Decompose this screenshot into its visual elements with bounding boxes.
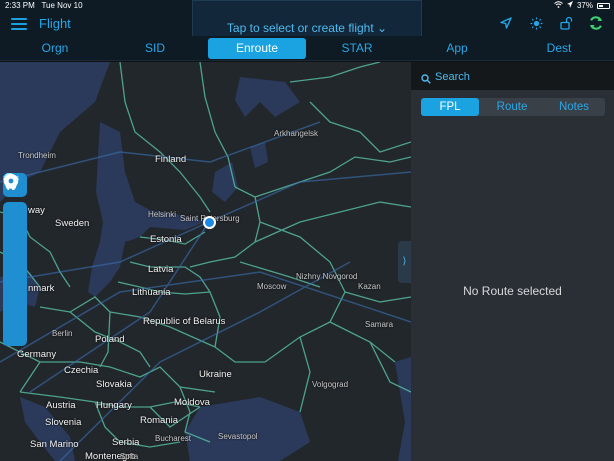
restricted-button[interactable]: R <box>3 173 27 298</box>
navigate-icon[interactable] <box>498 14 514 32</box>
tab-sid[interactable]: SID <box>130 38 180 59</box>
segment-notes[interactable]: Notes <box>545 98 603 116</box>
map-label-serbia: Serbia <box>112 437 140 448</box>
draw-button[interactable] <box>3 175 27 322</box>
map-label-samara: Samara <box>365 320 394 329</box>
location-status-icon <box>566 1 573 10</box>
current-position-marker <box>203 216 216 229</box>
flight-selector-label: Tap to select or create flight ⌄ <box>226 21 388 35</box>
tab-enroute[interactable]: Enroute <box>208 38 306 59</box>
segment-route[interactable]: Route <box>483 98 541 116</box>
map-label-lithuania: Lithuania <box>132 287 171 298</box>
settings-button[interactable] <box>3 174 27 346</box>
tab-orgn[interactable]: Orgn <box>30 38 80 59</box>
map-label-denmark: nmark <box>28 283 55 294</box>
tab-dest[interactable]: Dest <box>533 38 585 59</box>
map-label-volgograd: Volgograd <box>312 380 349 389</box>
map-label-helsinki: Helsinki <box>148 210 177 219</box>
map-label-moscow: Moscow <box>257 282 287 291</box>
map-label-romania: Romania <box>140 415 179 426</box>
brightness-icon[interactable] <box>528 14 544 32</box>
battery-percent: 37% <box>576 1 593 10</box>
search-icon <box>421 71 431 89</box>
map-label-sofia: Sofia <box>120 452 139 461</box>
map-label-trondheim: Trondheim <box>18 151 56 160</box>
map-label-latvia: Latvia <box>148 264 174 275</box>
map-label-estonia: Estonia <box>150 234 182 245</box>
map-label-bucharest: Bucharest <box>155 434 192 443</box>
map-label-finland: Finland <box>155 154 187 165</box>
app-title: Flight <box>39 16 71 31</box>
chevron-right-icon: ⟩ <box>402 256 407 267</box>
status-left: 2:33 PM Tue Nov 10 <box>5 1 83 10</box>
hexagon-settings-icon <box>5 174 17 188</box>
wifi-icon <box>554 1 563 10</box>
status-date: Tue Nov 10 <box>41 1 83 10</box>
map-label-slovenia: Slovenia <box>45 417 82 428</box>
battery-icon <box>597 2 610 9</box>
map-label-sevastopol: Sevastopol <box>218 432 258 441</box>
map-label-arkhangelsk: Arkhangelsk <box>274 129 319 138</box>
airport-button[interactable]: A <box>3 173 27 274</box>
route-panel: Search FPL Route Notes No Route selected <box>411 62 614 461</box>
status-right: 37% <box>554 1 610 10</box>
map-label-slovakia: Slovakia <box>96 379 132 390</box>
top-icons <box>498 14 604 32</box>
panel-toggle-handle[interactable]: ⟩ <box>398 241 411 283</box>
map-label-sweden: Sweden <box>55 218 90 229</box>
map-label-belarus: Republic of Belarus <box>143 316 226 327</box>
map-label-czechia: Czechia <box>64 365 99 376</box>
unlock-icon[interactable] <box>558 14 574 32</box>
map-label-ukraine: Ukraine <box>199 369 232 380</box>
pin-button[interactable] <box>3 173 27 226</box>
map-tool-strip: N A R <box>3 173 27 346</box>
map-label-poland: Poland <box>95 334 125 345</box>
map-label-moldova: Moldova <box>174 397 210 408</box>
map-label-berlin: Berlin <box>52 329 73 338</box>
map-label-austria: Austria <box>46 400 76 411</box>
tab-app[interactable]: App <box>432 38 482 59</box>
route-button[interactable] <box>3 175 27 250</box>
tab-star[interactable]: STAR <box>330 38 384 59</box>
map-view[interactable]: Trondheim Finland Arkhangelsk way Sweden… <box>0 62 411 461</box>
panel-segment-control: FPL Route Notes <box>421 98 605 116</box>
top-bar: Flight Tap to select or create flight ⌄ <box>0 0 614 42</box>
search-label: Search <box>435 71 470 83</box>
flight-phase-tabs: Orgn SID Enroute STAR App Dest <box>0 36 614 61</box>
menu-icon[interactable] <box>11 18 27 30</box>
search-bar[interactable]: Search <box>411 62 614 90</box>
segment-fpl[interactable]: FPL <box>421 98 479 116</box>
sync-icon[interactable] <box>588 14 604 32</box>
map-label-san-marino: San Marino <box>30 439 79 450</box>
map-label-norway: way <box>28 205 45 216</box>
map-label-kazan: Kazan <box>358 282 381 291</box>
empty-route-message: No Route selected <box>463 284 562 298</box>
status-time: 2:33 PM <box>5 1 35 10</box>
map-label-nizhny-novgorod: Nizhny Novgorod <box>296 272 358 281</box>
map-label-hungary: Hungary <box>96 400 132 411</box>
map-label-germany: Germany <box>17 349 57 360</box>
